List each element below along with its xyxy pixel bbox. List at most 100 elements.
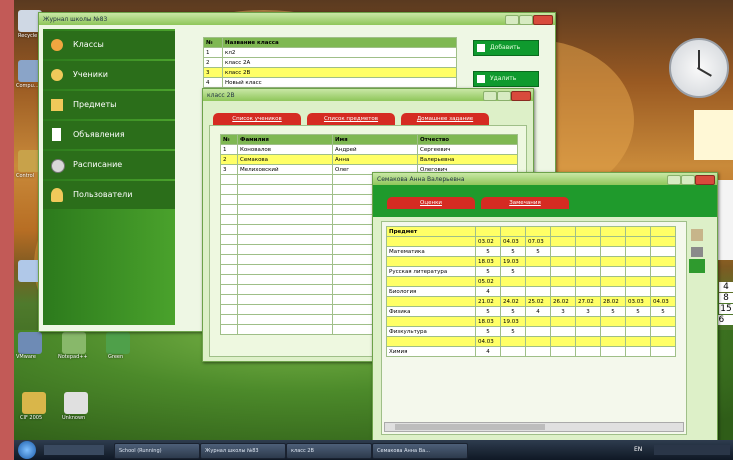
calendar-day: 8 (719, 293, 733, 303)
grade-date (600, 336, 626, 347)
table-row[interactable]: 4 Новый класс (203, 77, 457, 88)
grades-marks-row[interactable]: Физика 5 5 4 3 3 5 5 5 (386, 306, 676, 317)
tab-subjects-list[interactable]: Список предметов (307, 113, 395, 125)
grades-dates-row: 03.02 04.03 07.03 (386, 236, 676, 247)
close-button[interactable] (533, 15, 553, 25)
menu-item-schedule[interactable]: Расписание (43, 151, 175, 179)
vmware-icon[interactable] (18, 332, 42, 354)
calendar-day: 4 (719, 282, 733, 292)
grade-date: 18.03 (475, 256, 501, 267)
grade-mark: 3 (575, 306, 601, 317)
table-row[interactable]: 3 класс 2В (203, 67, 457, 78)
cell (500, 226, 526, 237)
table-row[interactable]: 1 Коновалов Андрей Сергеевич (220, 144, 518, 155)
grade-mark (650, 286, 676, 297)
tab-homework[interactable]: Домашнее задание (401, 113, 489, 125)
grade-date (525, 336, 551, 347)
minimize-button[interactable] (505, 15, 519, 25)
table-row[interactable]: 2 Семакова Анна Валерьевна (220, 154, 518, 165)
grades-marks-row[interactable]: Химия 4 (386, 346, 676, 357)
grade-mark (600, 346, 626, 357)
grade-date (650, 236, 676, 247)
grade-mark (575, 246, 601, 257)
grade-mark (650, 346, 676, 357)
delete-button[interactable]: Удалить (473, 71, 539, 87)
student-titlebar[interactable]: Семакова Анна Валерьевна (373, 173, 717, 185)
cell: 2 (220, 154, 238, 165)
class-titlebar[interactable]: класс 2В (203, 89, 533, 101)
window-title: класс 2В (207, 91, 235, 99)
grade-mark (625, 346, 651, 357)
grade-date (600, 316, 626, 327)
tab-grades[interactable]: Оценки (387, 197, 475, 209)
grade-mark: 5 (625, 306, 651, 317)
table-row[interactable]: 1 кл2 (203, 47, 457, 58)
menu-item-label: Ученики (73, 70, 108, 79)
students-icon (51, 69, 63, 81)
minimize-button[interactable] (483, 91, 497, 101)
maximize-button[interactable] (681, 175, 695, 185)
subject-name: Русская литература (386, 266, 476, 277)
cell (475, 226, 501, 237)
menu-item-students[interactable]: Ученики (43, 61, 175, 89)
unknown-file-icon[interactable] (64, 392, 88, 414)
plant-icon[interactable] (689, 259, 705, 273)
horizontal-scrollbar[interactable] (384, 422, 684, 432)
menu-item-users[interactable]: Пользователи (43, 181, 175, 209)
tray-lang[interactable]: EN (634, 446, 642, 453)
menu-item-subjects[interactable]: Предметы (43, 91, 175, 119)
cell (600, 226, 626, 237)
grade-date (600, 256, 626, 267)
taskbar-item-student[interactable]: Семакова Анна Ва... (372, 443, 468, 459)
pencil-icon[interactable] (691, 229, 703, 241)
scissors-icon[interactable] (691, 247, 703, 257)
grade-mark (650, 246, 676, 257)
minimize-button[interactable] (667, 175, 681, 185)
scrollbar-thumb[interactable] (395, 424, 545, 430)
taskbar-item-class[interactable]: класс 2В (286, 443, 372, 459)
desktop-icon-label: CIF 2005 (20, 415, 43, 421)
cif-icon[interactable] (22, 392, 46, 414)
menu-item-label: Расписание (73, 160, 123, 169)
maximize-button[interactable] (519, 15, 533, 25)
grades-marks-row[interactable]: Математика 5 5 5 (386, 246, 676, 257)
grade-date (550, 316, 576, 327)
grade-date (575, 256, 601, 267)
grades-marks-row[interactable]: Физкультура 5 5 (386, 326, 676, 337)
sticky-note-gadget[interactable] (694, 110, 733, 160)
cell: Новый класс (222, 77, 457, 88)
cell (625, 226, 651, 237)
grade-date (625, 336, 651, 347)
close-button[interactable] (695, 175, 715, 185)
grade-date (600, 236, 626, 247)
add-button[interactable]: Добавить (473, 40, 539, 56)
close-button[interactable] (511, 91, 531, 101)
taskbar-item-journal[interactable]: Журнал школы №83 (200, 443, 286, 459)
grade-mark: 5 (500, 266, 526, 277)
menu-item-announcements[interactable]: Объявления (43, 121, 175, 149)
grades-marks-row[interactable]: Биология 4 (386, 286, 676, 297)
table-row[interactable]: 2 класс 2А (203, 57, 457, 68)
cell: 2 (203, 57, 223, 68)
start-button[interactable] (18, 441, 36, 459)
grade-date (600, 276, 626, 287)
tab-remarks[interactable]: Замечания (481, 197, 569, 209)
window-title: Журнал школы №83 (43, 15, 108, 23)
taskbar-item-school[interactable]: School (Running) (114, 443, 200, 459)
journal-titlebar[interactable]: Журнал школы №83 (39, 13, 555, 25)
maximize-button[interactable] (497, 91, 511, 101)
grade-date (625, 256, 651, 267)
menu-item-classes[interactable]: Классы (43, 31, 175, 59)
clock-gadget[interactable] (669, 38, 729, 98)
notepad-icon[interactable] (62, 332, 86, 354)
grade-mark: 5 (475, 246, 501, 257)
green-app-icon[interactable] (106, 332, 130, 354)
tab-students-list[interactable]: Список учеников (213, 113, 301, 125)
grade-date (575, 276, 601, 287)
delete-button-label: Удалить (490, 75, 517, 82)
student-window: Семакова Анна Валерьевна Оценки Замечани… (372, 172, 718, 442)
grade-date (650, 276, 676, 287)
cell: Мелиховский (237, 164, 333, 175)
subject-name: Математика (386, 246, 476, 257)
grades-marks-row[interactable]: Русская литература 5 5 (386, 266, 676, 277)
